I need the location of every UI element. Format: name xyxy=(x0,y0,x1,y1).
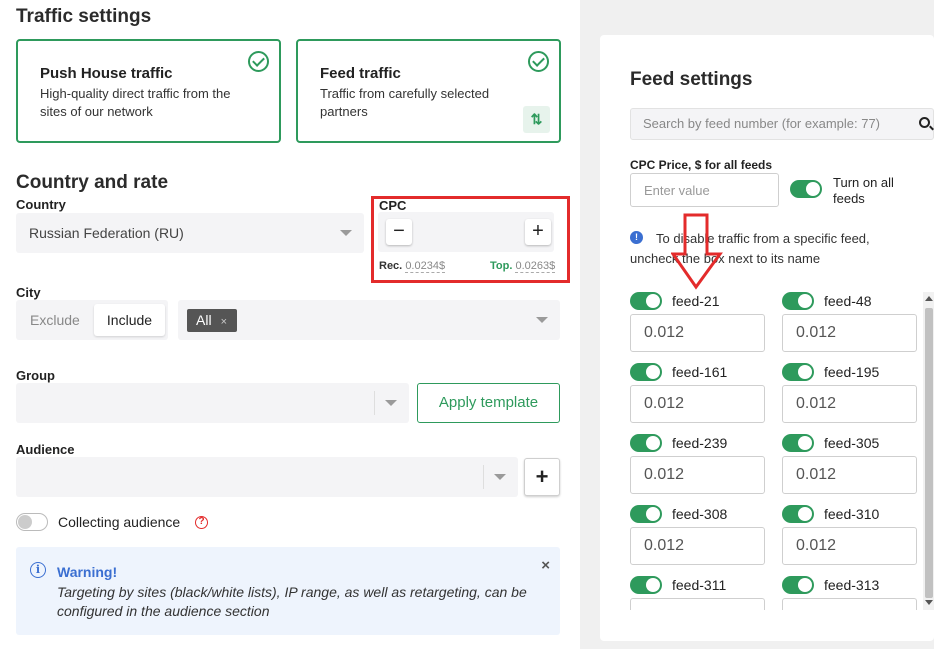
rec-rate: Rec. 0.0234$ xyxy=(379,260,446,273)
cpc-stepper[interactable]: − + xyxy=(378,212,554,252)
feed-toggle[interactable] xyxy=(630,576,662,594)
country-label: Country xyxy=(16,197,66,212)
chevron-down-icon xyxy=(536,317,548,323)
feed-cpc-input[interactable]: 0.012 xyxy=(630,314,765,352)
top-label: Top. xyxy=(490,260,513,272)
country-select[interactable]: Russian Federation (RU) xyxy=(16,213,364,253)
close-icon[interactable]: × xyxy=(541,557,550,574)
city-label: City xyxy=(16,285,41,300)
chevron-down-icon xyxy=(340,230,352,236)
feed-search-input[interactable]: Search by feed number (for example: 77) xyxy=(630,108,934,140)
feed-name: feed-310 xyxy=(824,506,880,522)
city-select[interactable]: All × xyxy=(178,300,560,340)
tune-sliders-icon[interactable]: ⇅ xyxy=(523,106,550,133)
check-circle-icon xyxy=(248,51,269,72)
add-audience-button[interactable]: + xyxy=(524,458,560,496)
city-mode-toggle: Exclude Include xyxy=(16,300,168,340)
feed-cpc-input[interactable]: 0.012 xyxy=(630,527,765,565)
cpc-all-feeds-label: CPC Price, $ for all feeds xyxy=(630,158,773,172)
down-arrow-annotation-icon xyxy=(671,213,723,290)
turn-on-all-feeds-toggle[interactable] xyxy=(790,180,822,198)
search-icon[interactable] xyxy=(919,117,930,128)
traffic-settings-column: Traffic settings Push House traffic High… xyxy=(0,0,580,649)
feed-toggle[interactable] xyxy=(782,505,814,523)
feed-toggle[interactable] xyxy=(782,292,814,310)
help-icon[interactable]: ? xyxy=(195,516,208,529)
city-chip: All × xyxy=(187,309,237,332)
feed-cpc-input[interactable]: 0.012 xyxy=(782,456,917,494)
apply-template-button[interactable]: Apply template xyxy=(417,383,560,423)
feed-cpc-input[interactable]: 0.012 xyxy=(782,385,917,423)
scroll-down-icon[interactable] xyxy=(925,600,933,605)
feed-toggle[interactable] xyxy=(782,576,814,594)
chevron-down-icon xyxy=(385,400,397,406)
feed-name: feed-308 xyxy=(672,506,728,522)
warning-text: Targeting by sites (black/white lists), … xyxy=(57,584,527,619)
feed-name: feed-313 xyxy=(824,577,880,593)
feed-toggle[interactable] xyxy=(782,434,814,452)
feed-settings-title: Feed settings xyxy=(630,69,753,90)
warning-title: Warning! xyxy=(57,564,118,580)
feed-cpc-input[interactable]: 0.012 xyxy=(630,456,765,494)
collecting-audience-toggle[interactable] xyxy=(16,513,48,531)
divider xyxy=(374,391,375,415)
country-rate-title: Country and rate xyxy=(16,172,169,193)
audience-select[interactable] xyxy=(16,457,518,497)
traffic-settings-title: Traffic settings xyxy=(16,6,152,27)
feed-name: feed-305 xyxy=(824,435,880,451)
card-description: Traffic from carefully selected partners xyxy=(320,86,490,119)
feed-toggle[interactable] xyxy=(630,505,662,523)
feed-name: feed-21 xyxy=(672,293,720,309)
turn-on-all-feeds-label: Turn on all feeds xyxy=(833,175,894,206)
feed-name: feed-311 xyxy=(672,577,727,593)
include-option[interactable]: Include xyxy=(94,304,165,336)
card-description: High-quality direct traffic from the sit… xyxy=(40,86,231,119)
push-house-traffic-card[interactable]: Push House traffic High-quality direct t… xyxy=(16,39,281,143)
feed-cpc-input[interactable]: 0.012 xyxy=(630,385,765,423)
info-icon: i xyxy=(30,562,46,578)
feed-toggle[interactable] xyxy=(630,363,662,381)
city-chip-label: All xyxy=(196,312,212,328)
warning-box: i Warning! Targeting by sites (black/whi… xyxy=(16,547,560,635)
top-rate: Top. 0.0263$ xyxy=(490,260,556,273)
country-value: Russian Federation (RU) xyxy=(29,225,184,241)
exclude-option[interactable]: Exclude xyxy=(30,312,80,328)
feed-toggle[interactable] xyxy=(630,434,662,452)
scrollbar-thumb[interactable] xyxy=(925,308,933,598)
feed-cpc-input[interactable] xyxy=(630,598,765,610)
cpc-all-feeds-input[interactable]: Enter value xyxy=(630,173,779,207)
feed-toggle[interactable] xyxy=(630,292,662,310)
rec-label: Rec. xyxy=(379,260,403,272)
group-select[interactable] xyxy=(16,383,409,423)
close-icon[interactable]: × xyxy=(221,316,227,328)
card-title: Feed traffic xyxy=(320,65,401,82)
scroll-up-icon[interactable] xyxy=(925,296,933,301)
feed-cpc-input[interactable]: 0.012 xyxy=(782,314,917,352)
feed-cpc-input[interactable]: 0.012 xyxy=(782,527,917,565)
check-circle-icon xyxy=(528,51,549,72)
feed-name: feed-239 xyxy=(672,435,728,451)
feed-toggle[interactable] xyxy=(782,363,814,381)
feed-traffic-card[interactable]: Feed traffic Traffic from carefully sele… xyxy=(296,39,561,143)
chevron-down-icon xyxy=(494,474,506,480)
collecting-audience-label: Collecting audience xyxy=(58,514,181,530)
card-title: Push House traffic xyxy=(40,65,173,82)
group-label: Group xyxy=(16,368,55,383)
feed-name: feed-48 xyxy=(824,293,872,309)
top-value[interactable]: 0.0263$ xyxy=(515,260,556,273)
cpc-label: CPC xyxy=(379,198,407,213)
feed-name: feed-195 xyxy=(824,364,880,380)
rec-value[interactable]: 0.0234$ xyxy=(405,260,446,273)
divider xyxy=(483,465,484,489)
feed-name: feed-161 xyxy=(672,364,728,380)
feed-cpc-input[interactable] xyxy=(782,598,917,610)
audience-label: Audience xyxy=(16,442,75,457)
cpc-increase-button[interactable]: + xyxy=(525,219,551,245)
cpc-decrease-button[interactable]: − xyxy=(386,219,412,245)
